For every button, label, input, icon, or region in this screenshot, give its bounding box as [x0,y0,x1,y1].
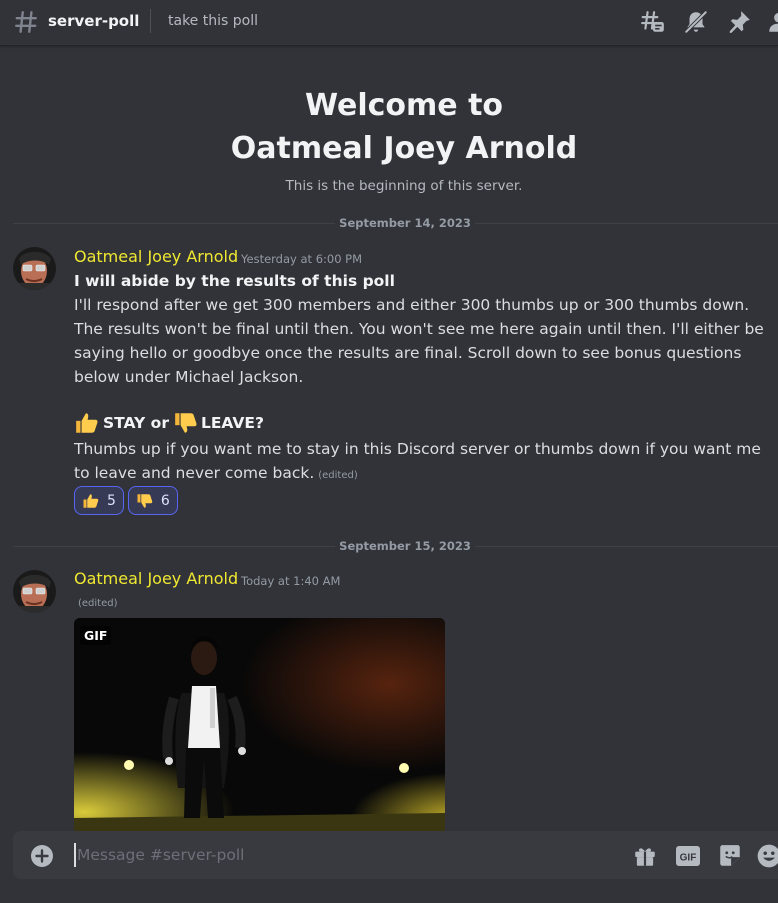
message-footer: Thumbs up if you want me to stay in this… [74,437,764,488]
pin-icon[interactable] [726,9,752,35]
message-headline: I will abide by the results of this poll [74,272,395,290]
channel-header: server-poll take this poll [0,0,778,46]
message-author[interactable]: Oatmeal Joey Arnold [74,247,238,267]
channel-name: server-poll [48,12,140,30]
welcome-heading: Welcome to Oatmeal Joey Arnold [0,84,778,170]
notifications-muted-icon[interactable] [683,9,709,35]
avatar[interactable] [13,247,56,290]
gift-icon[interactable] [632,843,658,869]
thumbs-up-icon [76,413,98,433]
thumbs-down-icon [137,493,153,508]
leave-text: LEAVE? [200,414,264,432]
welcome-subtitle: This is the beginning of this server. [285,178,523,194]
message-body: I'll respond after we get 300 members an… [74,296,764,386]
reaction-count: 5 [107,492,116,509]
gif-badge: GIF [80,626,112,645]
message-author[interactable]: Oatmeal Joey Arnold [74,569,238,589]
threads-icon[interactable] [640,9,666,35]
gif-attachment[interactable]: GIF [74,618,445,838]
reactions-bar: 5 6 [74,486,178,515]
stay-or-leave-line: STAY or LEAVE? [74,410,264,436]
reaction-count: 6 [160,492,170,509]
channel-topic[interactable]: take this poll [168,12,258,30]
stay-text: STAY or [103,414,169,432]
gif-picker-icon[interactable]: GIF [675,843,701,869]
date-divider-label: September 15, 2023 [335,539,475,553]
welcome-line-2: Oatmeal Joey Arnold [230,131,578,166]
message-footer-text: Thumbs up if you want me to stay in this… [74,440,761,482]
thumbs-up-icon [83,493,99,508]
welcome-line-1: Welcome to [304,88,504,123]
gif-image [74,618,445,838]
edited-indicator: (edited) [78,598,118,609]
gif-picker-label: GIF [680,853,697,864]
header-divider [150,9,151,33]
reaction-thumbs-down[interactable]: 6 [127,486,178,515]
message-timestamp[interactable]: Yesterday at 6:00 PM [241,251,362,267]
message-input[interactable] [75,841,615,869]
reaction-thumbs-up[interactable]: 5 [74,486,124,515]
message-composer: GIF [13,831,778,879]
avatar[interactable] [13,570,56,613]
emoji-icon[interactable] [756,843,778,869]
edited-indicator: (edited) [318,470,358,481]
hash-icon [15,11,37,33]
add-attachment-icon[interactable] [30,844,54,868]
thumbs-down-icon [175,413,197,433]
sticker-icon[interactable] [717,843,743,869]
date-divider-label: September 14, 2023 [335,216,475,230]
message-timestamp[interactable]: Today at 1:40 AM [241,573,340,589]
member-list-icon[interactable] [766,9,778,35]
